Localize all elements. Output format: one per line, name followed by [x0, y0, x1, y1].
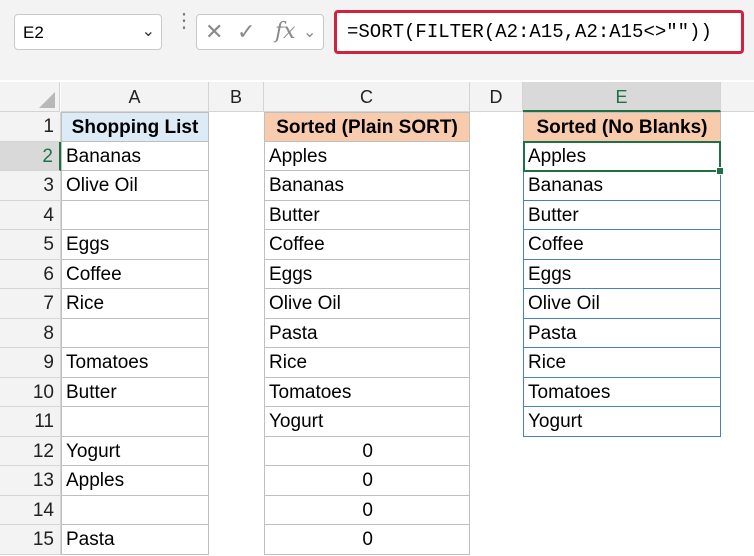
chevron-down-icon[interactable]: ⌄ [303, 22, 316, 42]
plain-sort-cell[interactable]: 0 [264, 525, 470, 555]
formula-input[interactable]: =SORT(FILTER(A2:A15,A2:A15<>"")) [334, 10, 744, 54]
column-header-d[interactable]: D [470, 82, 523, 112]
more-options-icon[interactable]: ⋮ [174, 11, 194, 48]
fill-handle[interactable] [716, 167, 724, 175]
row-header-15[interactable]: 15 [0, 525, 61, 555]
plain-sort-cell[interactable]: Apples [264, 141, 470, 171]
cancel-icon[interactable]: ✕ [205, 19, 223, 45]
shopping-list-cell[interactable]: Pasta [61, 525, 209, 555]
shopping-list-cell[interactable]: Apples [61, 466, 209, 496]
row-header-13[interactable]: 13 [0, 466, 61, 496]
plain-sort-cell[interactable]: Tomatoes [264, 377, 470, 407]
row-header-1[interactable]: 1 [0, 112, 61, 142]
no-blanks-cell[interactable]: Eggs [523, 259, 721, 289]
plain-sort-header[interactable]: Sorted (Plain SORT) [264, 112, 470, 142]
shopping-list-cell[interactable] [61, 318, 209, 348]
row-header-11[interactable]: 11 [0, 407, 61, 437]
plain-sort-cell[interactable]: Butter [264, 200, 470, 230]
shopping-list-cell[interactable]: Rice [61, 289, 209, 319]
row-header-5[interactable]: 5 [0, 230, 61, 260]
row-header-14[interactable]: 14 [0, 495, 61, 525]
shopping-list-cell[interactable] [61, 407, 209, 437]
row-header-3[interactable]: 3 [0, 171, 61, 201]
no-blanks-header[interactable]: Sorted (No Blanks) [523, 112, 721, 142]
no-blanks-cell[interactable]: Olive Oil [523, 289, 721, 319]
no-blanks-cell[interactable]: Yogurt [523, 407, 721, 437]
no-blanks-cell[interactable]: Tomatoes [523, 377, 721, 407]
column-header-c[interactable]: C [264, 82, 470, 112]
row-header-12[interactable]: 12 [0, 436, 61, 466]
row-header-9[interactable]: 9 [0, 348, 61, 378]
shopping-list-cell[interactable]: Tomatoes [61, 348, 209, 378]
plain-sort-cell[interactable]: Bananas [264, 171, 470, 201]
chevron-down-icon[interactable]: ⌄ [142, 21, 155, 41]
column-header-e[interactable]: E [523, 82, 721, 112]
shopping-list-cell[interactable]: Yogurt [61, 436, 209, 466]
row-header-7[interactable]: 7 [0, 289, 61, 319]
name-box-value: E2 [23, 23, 44, 42]
enter-check-icon[interactable]: ✓ [237, 19, 255, 45]
row-header-8[interactable]: 8 [0, 318, 61, 348]
shopping-list-cell[interactable]: Olive Oil [61, 171, 209, 201]
shopping-list-header[interactable]: Shopping List [61, 112, 209, 142]
column-header-a[interactable]: A [61, 82, 209, 112]
formula-actions: ✕ ✓ fx ⌄ [196, 14, 324, 50]
shopping-list-cell[interactable]: Bananas [61, 141, 209, 171]
plain-sort-cell[interactable]: Yogurt [264, 407, 470, 437]
plain-sort-cell[interactable]: Coffee [264, 230, 470, 260]
name-box[interactable]: E2 ⌄ [14, 14, 162, 50]
plain-sort-cell[interactable]: Eggs [264, 259, 470, 289]
column-header-b[interactable]: B [209, 82, 264, 112]
insert-function-icon[interactable]: fx [275, 19, 296, 44]
no-blanks-cell[interactable]: Butter [523, 200, 721, 230]
formula-text: =SORT(FILTER(A2:A15,A2:A15<>"")) [347, 21, 712, 43]
shopping-list-cell[interactable]: Butter [61, 377, 209, 407]
active-cell-border[interactable] [523, 140, 721, 172]
plain-sort-cell[interactable]: Pasta [264, 318, 470, 348]
no-blanks-cell[interactable]: Bananas [523, 171, 721, 201]
row-header-6[interactable]: 6 [0, 259, 61, 289]
no-blanks-cell[interactable]: Pasta [523, 318, 721, 348]
row-header-2[interactable]: 2 [0, 141, 61, 171]
plain-sort-cell[interactable]: Rice [264, 348, 470, 378]
select-all-corner[interactable] [0, 82, 60, 112]
shopping-list-cell[interactable]: Eggs [61, 230, 209, 260]
shopping-list-cell[interactable] [61, 200, 209, 230]
no-blanks-cell[interactable]: Rice [523, 348, 721, 378]
shopping-list-cell[interactable]: Coffee [61, 259, 209, 289]
select-all-triangle-icon [39, 92, 55, 108]
plain-sort-cell[interactable]: 0 [264, 466, 470, 496]
plain-sort-cell[interactable]: 0 [264, 436, 470, 466]
plain-sort-cell[interactable]: 0 [264, 495, 470, 525]
row-header-10[interactable]: 10 [0, 377, 61, 407]
plain-sort-cell[interactable]: Olive Oil [264, 289, 470, 319]
shopping-list-cell[interactable] [61, 495, 209, 525]
row-header-4[interactable]: 4 [0, 200, 61, 230]
column-header-f[interactable] [721, 82, 754, 112]
no-blanks-cell[interactable]: Coffee [523, 230, 721, 260]
